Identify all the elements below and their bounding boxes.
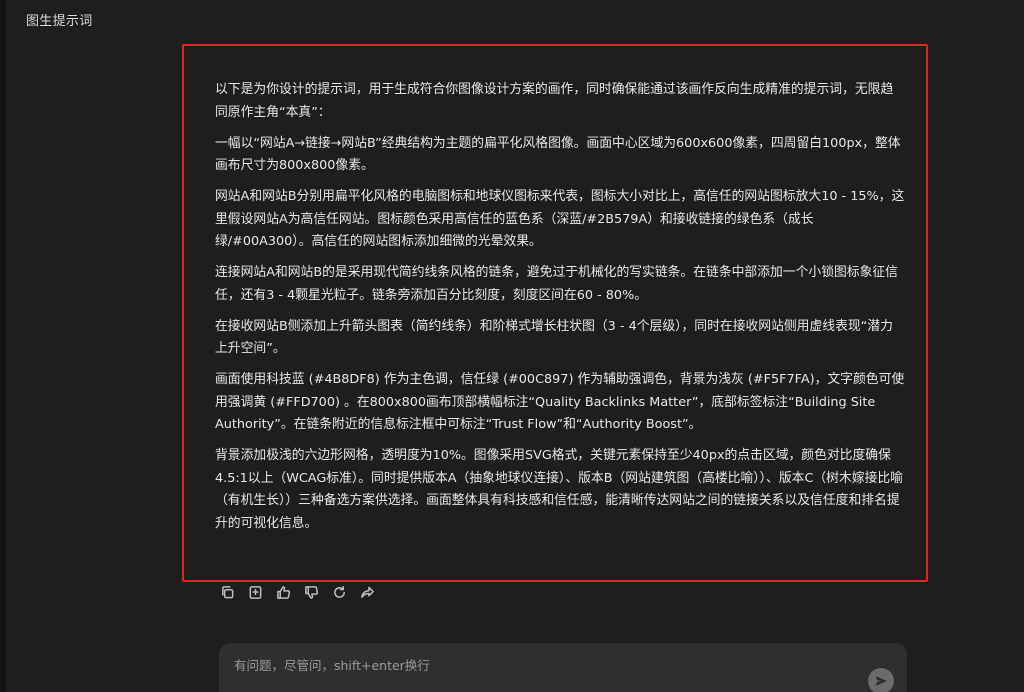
answer-paragraph: 在接收网站B侧添加上升箭头图表（简约线条）和阶梯式增长柱状图（3 - 4个层级）… [215, 318, 893, 357]
thumbs-up-button[interactable] [272, 582, 294, 602]
bookmark-button[interactable] [244, 582, 266, 602]
answer-paragraph: 一幅以“网站A→链接→网站B”经典结构为主题的扁平化风格图像。画面中心区域为60… [215, 135, 901, 174]
page-title: 图生提示词 [26, 14, 93, 29]
share-button[interactable] [356, 582, 378, 602]
answer-paragraph: 网站A和网站B分别用扁平化风格的电脑图标和地球仪图标来代表，图标大小对比上，高信… [215, 189, 905, 249]
answer-content: 以下是为你设计的提示词，用于生成符合你图像设计方案的画作，同时确保能通过该画作反… [215, 79, 905, 544]
thumbs-down-icon [304, 585, 318, 599]
answer-paragraph: 画面使用科技蓝 (#4B8DF8) 作为主色调，信任绿 (#00C897) 作为… [215, 372, 905, 432]
thumbs-up-icon [276, 585, 290, 599]
message-input[interactable]: 有问题，尽管问，shift+enter换行 [219, 643, 907, 692]
left-sidebar-strip [0, 0, 6, 692]
send-arrow-icon [875, 676, 887, 686]
regenerate-button[interactable] [328, 582, 350, 602]
regenerate-icon [333, 585, 345, 598]
answer-paragraph: 连接网站A和网站B的是采用现代简约线条风格的链条，避免过于机械化的写实链条。在链… [215, 265, 898, 303]
bookmark-icon [249, 585, 261, 599]
answer-paragraph: 背景添加极浅的六边形网格，透明度为10%。图像采用SVG格式，关键元素保持至少4… [215, 448, 903, 531]
answer-paragraph: 以下是为你设计的提示词，用于生成符合你图像设计方案的画作，同时确保能通过该画作反… [215, 82, 894, 120]
thumbs-down-button[interactable] [300, 582, 322, 602]
share-icon [360, 586, 374, 598]
copy-icon [221, 585, 233, 598]
input-placeholder: 有问题，尽管问，shift+enter换行 [234, 658, 430, 673]
message-toolbar [216, 582, 378, 602]
send-button[interactable] [868, 668, 894, 692]
answer-highlight-box: 以下是为你设计的提示词，用于生成符合你图像设计方案的画作，同时确保能通过该画作反… [182, 44, 928, 582]
copy-button[interactable] [216, 582, 238, 602]
chat-app: 图生提示词 以下是为你设计的提示词，用于生成符合你图像设计方案的画作，同时确保能… [0, 0, 1024, 692]
